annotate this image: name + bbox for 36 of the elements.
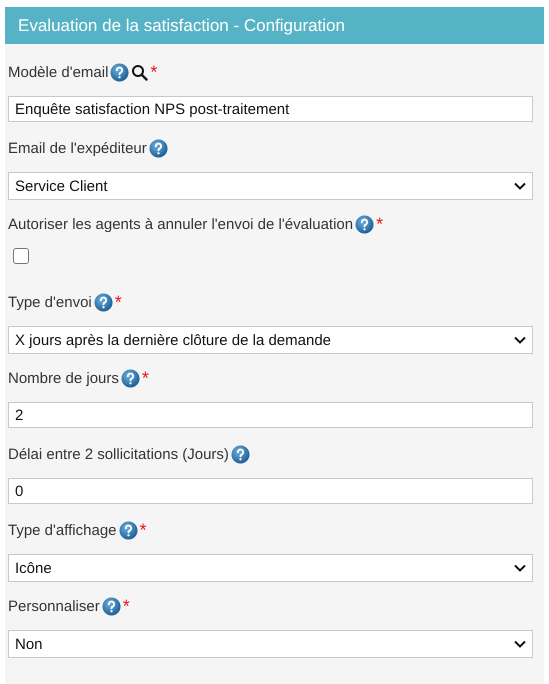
required-mark: * <box>122 596 130 616</box>
help-icon[interactable] <box>94 292 113 312</box>
required-mark: * <box>150 62 158 82</box>
help-icon[interactable] <box>110 62 130 82</box>
select-dropdown[interactable]: Non <box>8 630 533 658</box>
help-icon[interactable] <box>148 138 168 158</box>
text-field[interactable]: 2 <box>8 402 533 428</box>
chevron-down-icon <box>514 182 526 190</box>
help-icon[interactable] <box>355 214 374 234</box>
checkbox[interactable] <box>13 248 29 264</box>
help-icon[interactable] <box>230 444 250 464</box>
help-icon[interactable] <box>102 596 121 616</box>
chevron-down-icon <box>514 640 526 648</box>
select-dropdown[interactable]: Icône <box>8 554 533 582</box>
text-field[interactable]: 0 <box>8 478 533 504</box>
help-icon[interactable] <box>120 368 140 388</box>
field-label: Nombre de jours <box>8 370 119 386</box>
required-mark: * <box>142 368 149 388</box>
required-mark: * <box>140 520 147 540</box>
field-label: Email de l'expéditeur <box>8 140 147 156</box>
select-dropdown[interactable]: X jours après la dernière clôture de la demande <box>8 326 533 354</box>
panel-title: Evaluation de la satisfaction - Configuration <box>5 7 544 44</box>
chevron-down-icon <box>514 336 526 344</box>
field-label: Type d'affichage <box>8 522 117 538</box>
field-label: Personnaliser <box>8 598 100 614</box>
required-mark: * <box>114 292 122 312</box>
chevron-down-icon <box>514 564 526 572</box>
select-dropdown[interactable]: Service Client <box>8 172 533 200</box>
field-label: Type d'envoi <box>8 294 92 310</box>
help-icon[interactable] <box>118 520 138 540</box>
field-label: Délai entre 2 sollicitations (Jours) <box>8 446 229 462</box>
text-field[interactable]: Enquête satisfaction NPS post-traitement <box>8 96 533 122</box>
field-label: Autoriser les agents à annuler l'envoi de l'évaluation <box>8 216 354 232</box>
field-label: Modèle d'email <box>8 64 108 80</box>
search-icon[interactable] <box>131 64 148 80</box>
required-mark: * <box>376 214 384 234</box>
